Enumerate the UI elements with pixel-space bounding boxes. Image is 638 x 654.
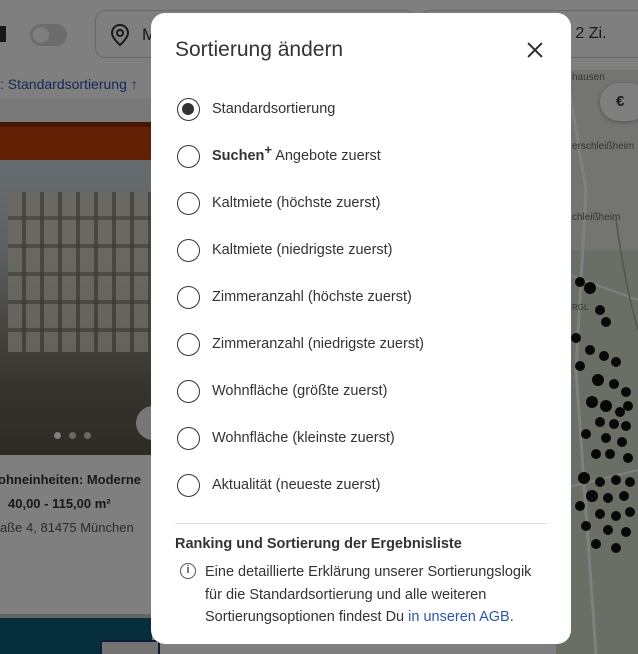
modal-title: Sortierung ändern <box>175 38 344 61</box>
suchen-plus-mark: + <box>264 142 272 157</box>
radio-icon[interactable] <box>177 332 200 356</box>
sort-option-newest[interactable]: Aktualität (neueste zuerst) <box>177 472 380 498</box>
radio-icon[interactable] <box>177 426 200 450</box>
radio-icon[interactable] <box>177 238 200 262</box>
sort-option-label: Standardsortierung <box>212 101 336 117</box>
sort-option-standard[interactable]: Standardsortierung <box>177 96 335 122</box>
sort-modal: Sortierung ändern Standardsortierung Suc… <box>151 13 571 644</box>
radio-checked-icon[interactable] <box>177 97 200 121</box>
sort-option-area-asc[interactable]: Wohnfläche (kleinste zuerst) <box>177 425 395 451</box>
info-icon: i <box>180 563 196 579</box>
suchen-plus-brand: Suchen <box>212 148 265 164</box>
ranking-info-title: Ranking und Sortierung der Ergebnisliste <box>175 536 462 552</box>
ranking-info-text: Eine detaillierte Erklärung unserer Sort… <box>205 564 532 625</box>
sort-option-rooms-desc[interactable]: Zimmeranzahl (höchste zuerst) <box>177 284 412 310</box>
agb-link[interactable]: in unseren AGB <box>408 609 510 625</box>
radio-icon[interactable] <box>177 285 200 309</box>
sort-option-label: Wohnfläche (größte zuerst) <box>212 383 388 399</box>
sort-option-rent-asc[interactable]: Kaltmiete (niedrigste zuerst) <box>177 237 393 263</box>
sort-option-label-rest: Angebote zuerst <box>271 148 381 164</box>
sort-option-area-desc[interactable]: Wohnfläche (größte zuerst) <box>177 378 387 404</box>
sort-option-label: Suchen+ Angebote zuerst <box>212 142 381 164</box>
sort-option-label: Zimmeranzahl (niedrigste zuerst) <box>212 336 424 352</box>
radio-icon[interactable] <box>177 191 200 215</box>
divider <box>175 523 547 524</box>
sort-option-label: Zimmeranzahl (höchste zuerst) <box>212 289 412 305</box>
sort-option-label: Kaltmiete (niedrigste zuerst) <box>212 242 393 258</box>
radio-icon[interactable] <box>177 473 200 497</box>
sort-option-rent-desc[interactable]: Kaltmiete (höchste zuerst) <box>177 190 380 216</box>
sort-option-suchen-plus[interactable]: Suchen+ Angebote zuerst <box>177 142 381 169</box>
radio-icon[interactable] <box>177 379 200 403</box>
radio-icon[interactable] <box>177 144 200 168</box>
sort-option-label: Wohnfläche (kleinste zuerst) <box>212 430 395 446</box>
sort-option-label: Kaltmiete (höchste zuerst) <box>212 195 381 211</box>
sort-option-rooms-asc[interactable]: Zimmeranzahl (niedrigste zuerst) <box>177 331 424 357</box>
close-icon[interactable] <box>521 36 549 64</box>
sort-option-label: Aktualität (neueste zuerst) <box>212 477 381 493</box>
